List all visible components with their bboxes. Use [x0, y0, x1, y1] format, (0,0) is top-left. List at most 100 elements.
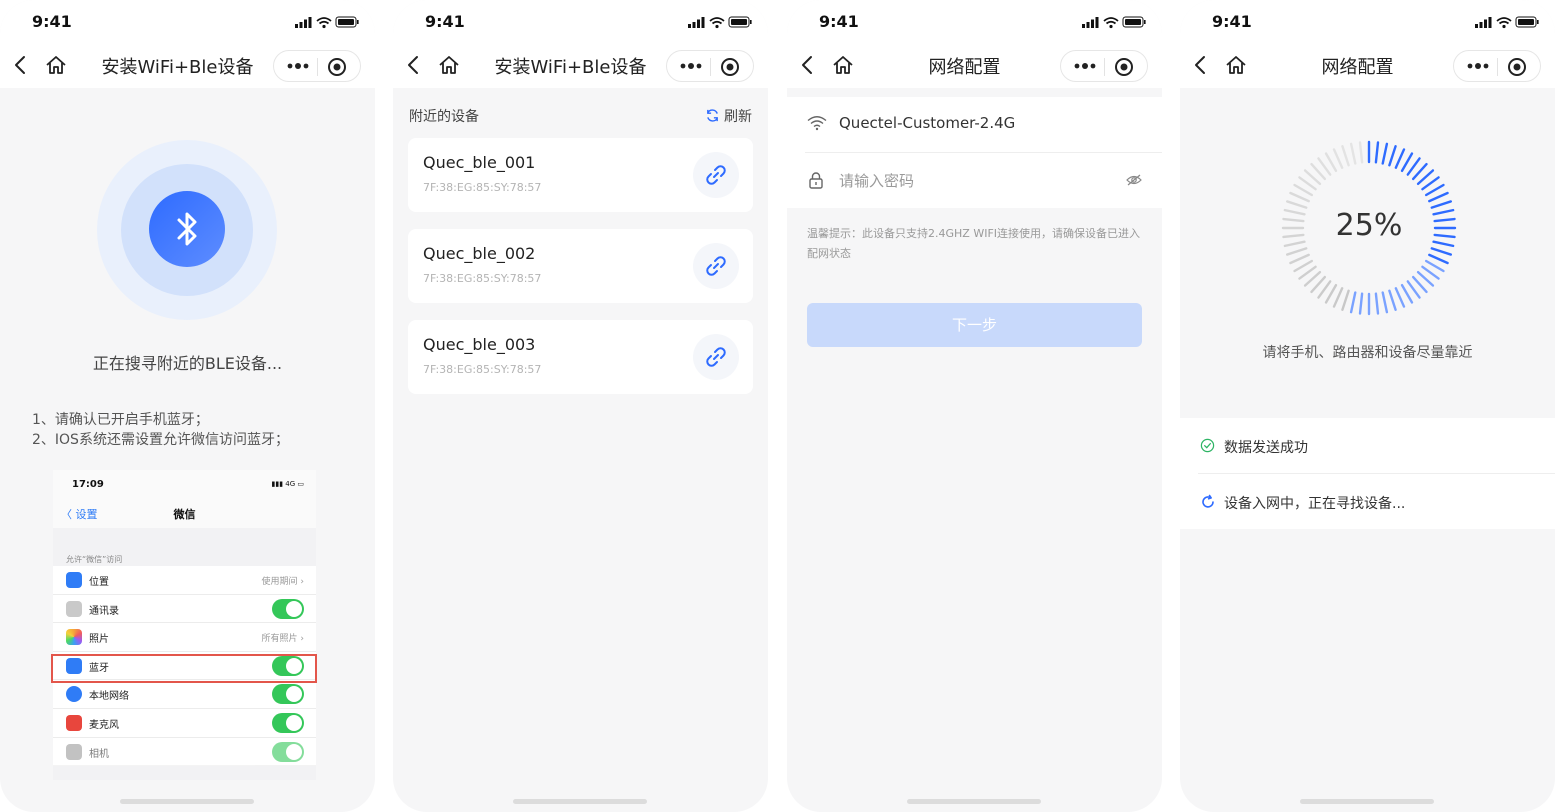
home-icon[interactable]	[44, 54, 68, 76]
check-circle-icon	[1200, 438, 1215, 453]
home-indicator	[513, 799, 647, 804]
home-icon[interactable]	[1224, 54, 1248, 76]
ios-row-label: 麦克风	[89, 719, 119, 731]
dial-tick	[1293, 183, 1314, 197]
refresh-icon	[1202, 494, 1214, 508]
device-name: Quec_ble_001	[423, 153, 536, 172]
dial-tick	[1358, 292, 1364, 315]
ios-row-value: 使用期间 ›	[261, 577, 304, 587]
ssid-row[interactable]: Quectel-Customer-2.4G	[787, 97, 1162, 153]
back-icon[interactable]	[10, 54, 32, 76]
location-icon	[66, 572, 82, 588]
network-config-screen: 9:41 网络配置 Quectel-Customer-2.4G 请输入密码 温馨…	[787, 0, 1162, 812]
more-icon[interactable]	[284, 55, 312, 77]
device-card[interactable]: Quec_ble_003 7F:38:EG:85:SY:78:57	[408, 320, 753, 394]
step-row: 数据发送成功	[1180, 418, 1555, 474]
ios-row-location: 位置 使用期间 ›	[53, 566, 316, 595]
ios-toggle	[272, 684, 304, 705]
close-target-icon[interactable]	[1113, 56, 1135, 78]
camera-icon	[66, 743, 82, 760]
status-icons	[1475, 16, 1539, 29]
dial-tick	[1332, 148, 1344, 169]
more-icon[interactable]	[1071, 55, 1099, 77]
dial-tick	[1349, 291, 1357, 314]
stage: 9:41 安装WiFi+Ble设备 正在搜寻附近的BLE设备... 1、请确认已…	[0, 0, 1555, 812]
back-icon[interactable]	[403, 54, 425, 76]
tip-item: 1、请确认已开启手机蓝牙；	[32, 412, 209, 428]
device-card[interactable]: Quec_ble_002 7F:38:EG:85:SY:78:57	[408, 229, 753, 303]
top-bar: 9:41 网络配置	[787, 0, 1162, 88]
ios-header: 17:09 ▮▮▮ 4G ▭ 〈 设置 微信	[53, 470, 316, 528]
home-indicator	[1300, 799, 1434, 804]
dial-tick	[1358, 141, 1364, 164]
status-time: 9:41	[819, 12, 859, 31]
close-target-icon[interactable]	[326, 56, 348, 78]
eye-off-icon[interactable]	[1126, 173, 1142, 187]
dial-tick	[1286, 200, 1308, 209]
searching-text: 正在搜寻附近的BLE设备...	[92, 354, 283, 373]
page-title: 网络配置	[928, 57, 1001, 78]
refresh-button[interactable]: 刷新	[705, 106, 752, 126]
status-time: 9:41	[32, 12, 72, 31]
more-icon[interactable]	[1464, 55, 1492, 77]
status-icons	[1082, 16, 1146, 29]
home-icon[interactable]	[437, 54, 461, 76]
close-target-icon[interactable]	[719, 56, 741, 78]
mini-program-capsule	[666, 50, 754, 82]
ios-network-type: 4G	[285, 480, 296, 488]
nav-bar: 网络配置	[1180, 44, 1555, 88]
capsule-divider	[1497, 58, 1498, 76]
capsule-divider	[710, 58, 711, 76]
dial-tick	[1289, 191, 1310, 203]
device-mac: 7F:38:EG:85:SY:78:57	[423, 272, 542, 285]
ios-row-label: 相机	[89, 748, 109, 760]
tips-list: 1、请确认已开启手机蓝牙； 2、IOS系统还需设置允许微信访问蓝牙；	[32, 410, 289, 450]
home-indicator	[907, 799, 1041, 804]
ios-toggle	[272, 712, 304, 733]
dial-tick	[1400, 283, 1414, 304]
dial-tick	[1289, 253, 1310, 265]
device-mac: 7F:38:EG:85:SY:78:57	[423, 181, 542, 194]
ios-title: 微信	[173, 508, 196, 521]
dial-tick	[1400, 152, 1414, 173]
mini-program-capsule	[273, 50, 361, 82]
ios-row-local-network: 本地网络	[53, 680, 316, 709]
device-card[interactable]: Quec_ble_001 7F:38:EG:85:SY:78:57	[408, 138, 753, 212]
nav-bar: 网络配置	[787, 44, 1162, 88]
hint-text: 温馨提示：此设备只支持2.4GHZ WIFI连接使用，请确保设备已进入配网状态	[807, 227, 1141, 260]
ios-row-value-text: 所有照片	[261, 634, 298, 645]
top-bar: 9:41 安装WiFi+Ble设备	[0, 0, 375, 88]
next-button[interactable]: 下一步	[807, 303, 1142, 347]
ios-row-contacts: 通讯录	[53, 595, 316, 624]
password-row[interactable]: 请输入密码	[787, 153, 1162, 208]
dial-tick	[1430, 247, 1452, 256]
connect-button[interactable]	[693, 152, 739, 198]
device-list-screen: 9:41 安装WiFi+Ble设备 附近的设备 刷新 Quec_ble_001 …	[393, 0, 768, 812]
dial-tick	[1381, 291, 1389, 314]
status-time: 9:41	[425, 12, 465, 31]
ios-time: 17:09	[72, 479, 104, 490]
back-icon[interactable]	[797, 54, 819, 76]
home-icon[interactable]	[831, 54, 855, 76]
link-icon	[706, 256, 726, 276]
dial-tick	[1394, 148, 1406, 169]
connect-button[interactable]	[693, 334, 739, 380]
progress-steps: 数据发送成功 设备入网中，正在寻找设备...	[1180, 418, 1555, 529]
password-input[interactable]: 请输入密码	[839, 170, 914, 191]
proximity-tip: 请将手机、路由器和设备尽量靠近	[1262, 345, 1473, 361]
nav-bar: 安装WiFi+Ble设备	[393, 44, 768, 88]
contacts-icon	[66, 600, 82, 617]
close-target-icon[interactable]	[1506, 56, 1528, 78]
back-icon[interactable]	[1190, 54, 1212, 76]
connect-button[interactable]	[693, 243, 739, 289]
progress-percent: 25%	[1335, 208, 1403, 243]
ios-row-camera: 相机	[53, 738, 316, 767]
home-indicator	[120, 799, 254, 804]
bluetooth-icon	[177, 212, 197, 246]
status-bar: 9:41	[393, 12, 768, 34]
provisioning-progress-screen: 9:41 网络配置 25% 请将手机、路由器和设备尽量靠近 数据发送成功 设备入…	[1180, 0, 1555, 812]
scan-screen: 9:41 安装WiFi+Ble设备 正在搜寻附近的BLE设备... 1、请确认已…	[0, 0, 375, 812]
dial-tick	[1428, 253, 1449, 265]
ios-row-value-text: 使用期间	[261, 577, 298, 587]
more-icon[interactable]	[677, 55, 705, 77]
